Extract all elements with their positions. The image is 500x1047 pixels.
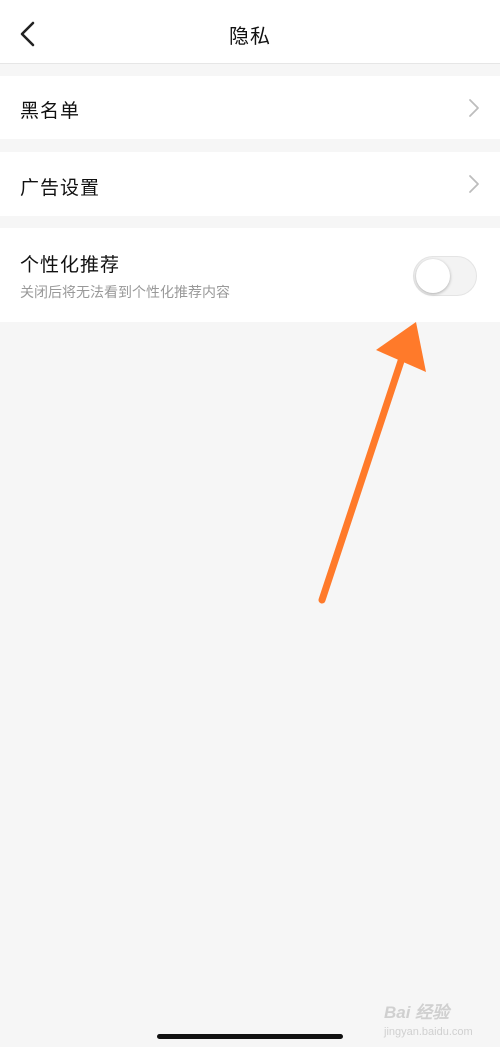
personalization-description: 关闭后将无法看到个性化推荐内容	[20, 285, 230, 301]
watermark: Bai 经验 jingyan.baidu.com	[384, 996, 494, 1044]
blacklist-label: 黑名单	[20, 100, 81, 122]
page-title: 隐私	[229, 24, 271, 48]
watermark-url: jingyan.baidu.com	[384, 1026, 473, 1038]
chevron-right-icon	[469, 175, 479, 193]
ad-settings-label: 广告设置	[20, 177, 101, 199]
toggle-knob	[416, 259, 450, 293]
home-indicator	[157, 1034, 343, 1039]
blacklist-row[interactable]: 黑名单	[0, 76, 500, 139]
personalization-toggle[interactable]	[413, 256, 477, 296]
chevron-right-icon	[469, 99, 479, 117]
personalization-label: 个性化推荐	[20, 254, 121, 276]
watermark-logo: Bai 经验	[384, 1003, 450, 1022]
ad-settings-row[interactable]: 广告设置	[0, 152, 500, 216]
annotation-arrow	[318, 322, 426, 604]
top-nav-bar: 隐私	[0, 0, 500, 64]
